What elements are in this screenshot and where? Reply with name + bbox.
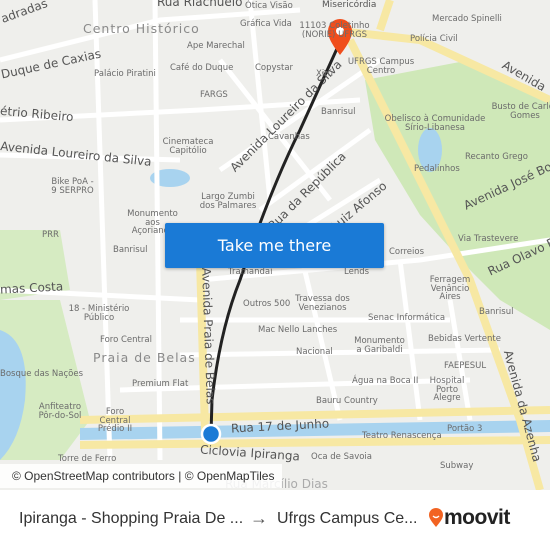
poi-label: Bauru Country [316, 396, 378, 406]
route-footer: Ipiranga - Shopping Praia De ... → Ufrgs… [0, 490, 550, 550]
poi-label: Correios [389, 247, 425, 257]
map-attribution[interactable]: © OpenStreetMap contributors | © OpenMap… [0, 464, 283, 488]
poi-label: PRR [42, 230, 59, 240]
map[interactable]: Rua Riachuelo Duque de Caxias Avenida Lo… [0, 0, 550, 490]
destination-stop-name: Ufrgs Campus Ce... [277, 510, 418, 527]
poi-label: Portão 3 [447, 424, 483, 434]
poi-label: Subway [440, 461, 474, 471]
poi-label: Polícia Civil [410, 34, 458, 44]
poi-label: Ótica Visão [245, 1, 293, 11]
poi-label: Anfiteatro Pôr-do-Sol [38, 402, 82, 421]
poi-label: Monumento a Garibaldi [354, 336, 405, 355]
poi-label: Foro Central Prédio II [97, 407, 133, 434]
poi-label: Hospital Porto Alegre [429, 376, 465, 403]
poi-label: Pedalinhos [414, 164, 460, 174]
poi-label: Bebidas Vertente [428, 334, 501, 344]
poi-label: FARGS [200, 90, 228, 100]
poi-label: Via Trastevere [458, 234, 519, 244]
poi-label: Senac Informática [368, 313, 446, 323]
poi-label: Teatro Renascença [362, 431, 442, 441]
take-me-there-button[interactable]: Take me there [165, 223, 384, 268]
poi-label: FAEPESUL [444, 361, 487, 371]
poi-label: Cinemateca Capitólio [162, 137, 214, 156]
poi-label: Premium Flat [132, 379, 189, 389]
poi-label: Tramandaí [228, 267, 273, 277]
poi-label: Nacional [296, 347, 333, 357]
poi-label: Banrisul [479, 307, 514, 317]
origin-stop-name: Ipiranga - Shopping Praia De ... [19, 510, 244, 527]
poi-label: Gráfica Vida [240, 19, 292, 29]
poi-label: Busto de Carlos Gomes [491, 102, 550, 121]
poi-label: Lends [344, 267, 370, 277]
arrow-right-icon: → [250, 508, 268, 528]
poi-label: Misericórdia [322, 0, 377, 10]
poi-label: Outros 500 [243, 299, 291, 309]
street-label: mas Costa [0, 279, 64, 297]
poi-label: Foro Central [100, 335, 152, 345]
poi-label: 11103 Coletinho (NORIE) UFRGS [299, 21, 370, 40]
district-label: Centro Histórico [83, 21, 200, 36]
district-label: Praia de Belas [93, 350, 196, 365]
poi-label: Obelisco à Comunidade Sírio-Libanesa [384, 114, 486, 133]
poi-label: Cavanhas [268, 132, 310, 142]
poi-label: Banrisul [113, 245, 148, 255]
street-label: Rua Riachuelo [157, 0, 243, 9]
poi-label: 18 - Ministério Público [68, 304, 130, 323]
poi-label: Torre de Ferro [58, 454, 117, 464]
poi-label: UFRGS Campus Centro [347, 57, 415, 76]
poi-label: Copystar [255, 63, 294, 73]
poi-label: Mercado Spinelli [432, 14, 502, 24]
poi-label: Largo Zumbi dos Palmares [199, 192, 257, 211]
poi-label: Café do Duque [170, 63, 234, 73]
poi-label: Água na Boca II [352, 376, 419, 386]
poi-label: Oca de Savoia [311, 452, 373, 462]
poi-label: Bike PoA - 9 SERPRO [51, 177, 94, 196]
poi-label: Palácio Piratini [94, 69, 156, 79]
origin-marker [200, 423, 222, 445]
moovit-pin-icon [429, 508, 443, 527]
poi-label: Mac Nello Lanches [258, 325, 338, 335]
moovit-wordmark: moovit [444, 506, 510, 529]
poi-label: Ape Marechal [187, 41, 245, 51]
poi-label: Bosque das Nações [0, 369, 84, 379]
poi-label: Ferragem Venâncio Aires [429, 275, 471, 302]
poi-label: Banrisul [321, 107, 356, 117]
poi-label: Recanto Grego [465, 152, 528, 162]
poi-label: Xirú [316, 69, 334, 79]
moovit-logo: moovit [428, 506, 510, 530]
poi-label: Travessa dos Venezianos [295, 294, 350, 313]
